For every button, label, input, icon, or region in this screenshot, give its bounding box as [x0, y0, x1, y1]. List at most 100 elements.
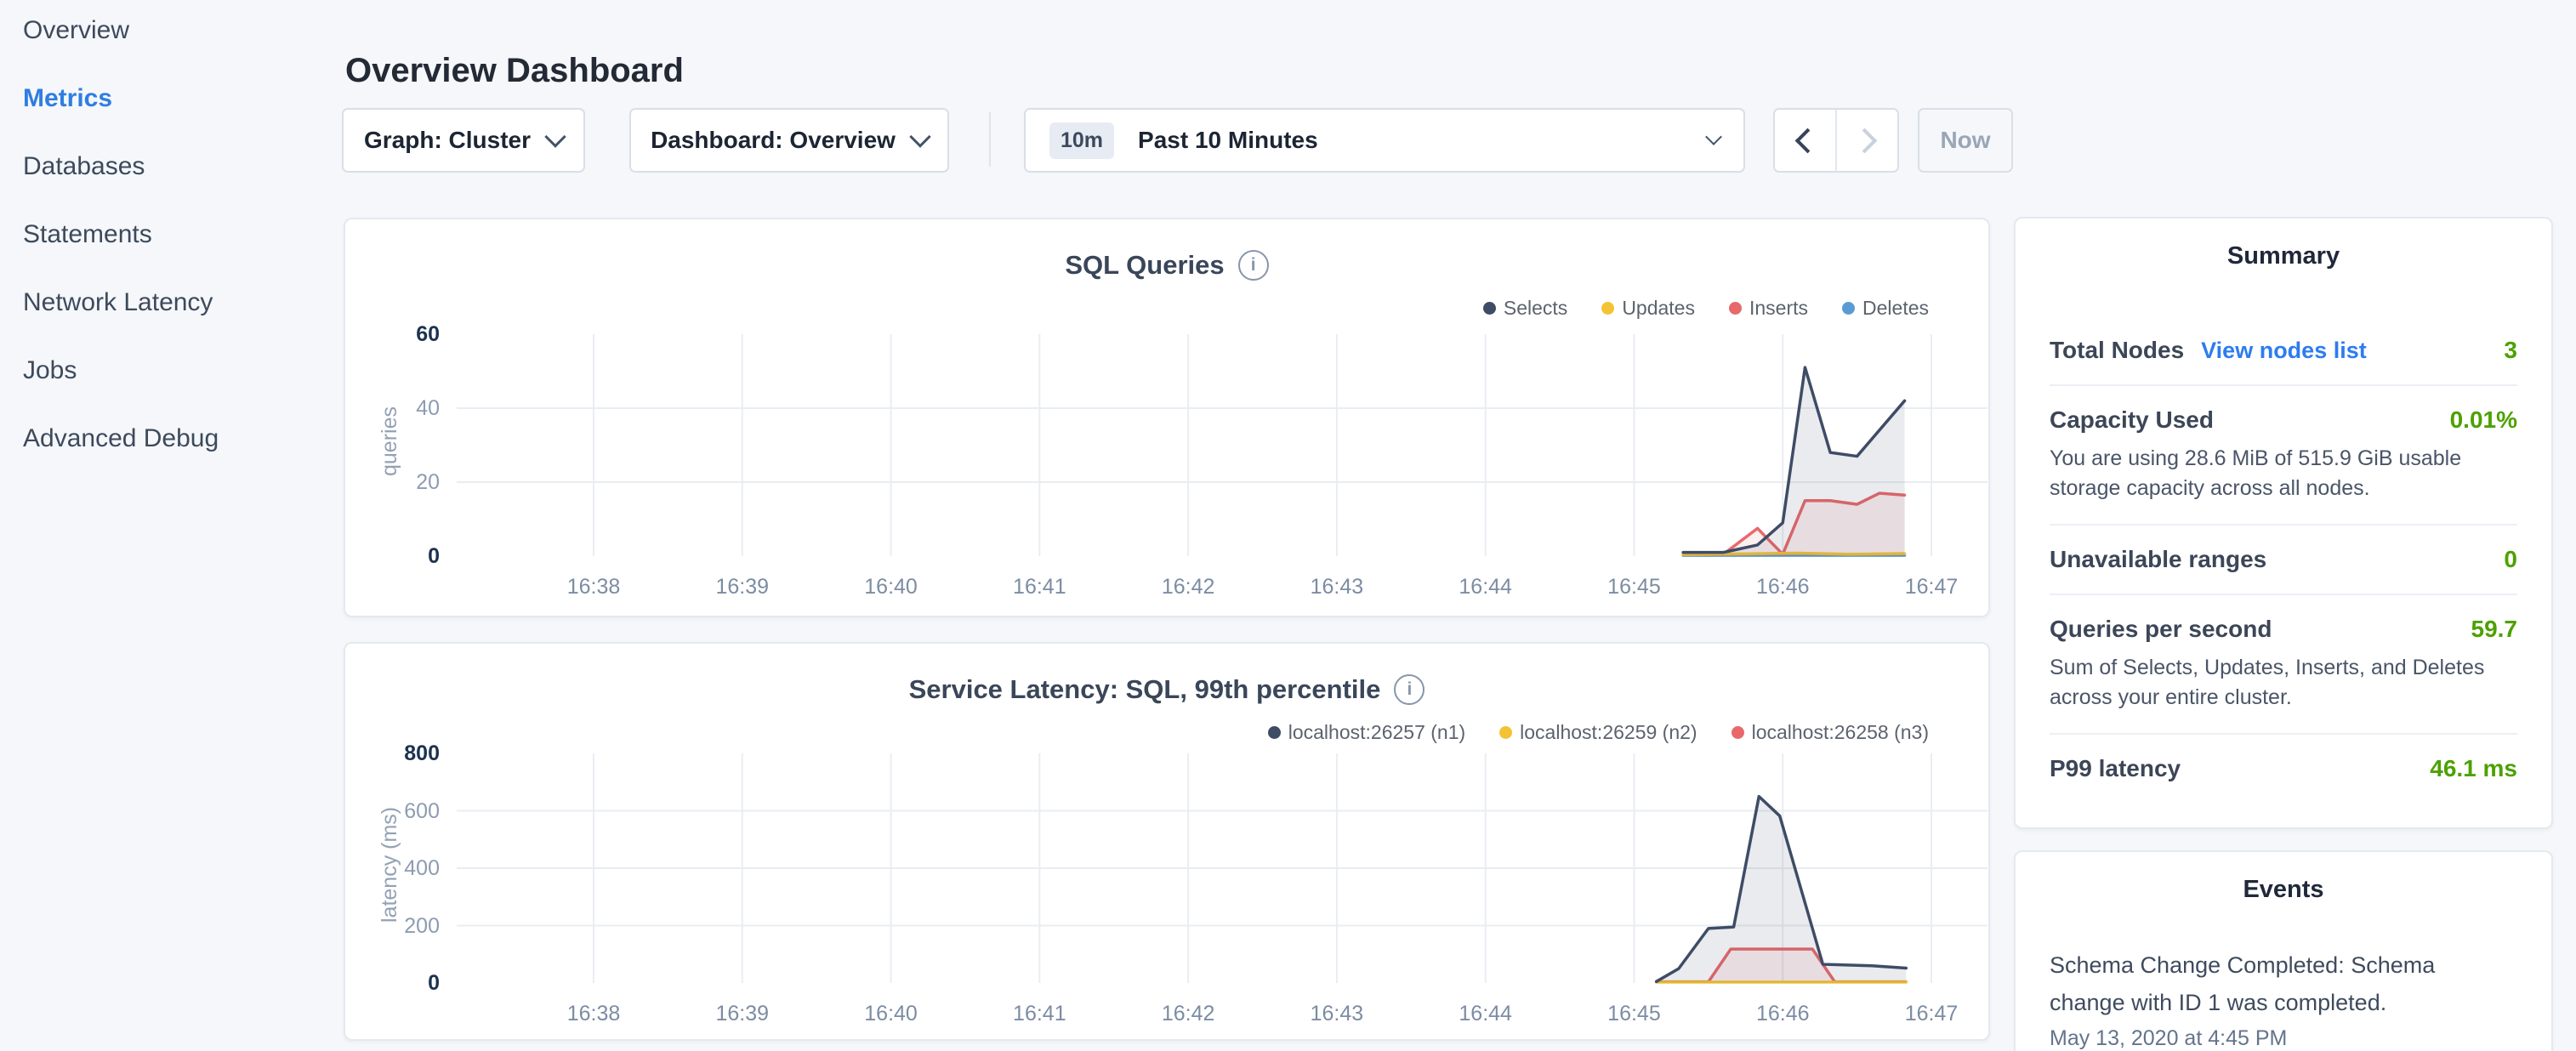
summary-rows: Total Nodes View nodes list 3 Capacity Used… — [2050, 316, 2517, 803]
summary-row: Unavailable ranges 0 — [2050, 526, 2517, 595]
page-title: Overview Dashboard — [345, 52, 684, 90]
x-axis-tick: 16:39 — [691, 1002, 793, 1026]
event-timestamp: May 13, 2020 at 4:45 PM — [2050, 1026, 2517, 1051]
y-axis-tick: 20 — [338, 470, 440, 495]
summary-panel: Summary Total NodesView nodes list3Capac… — [2014, 217, 2553, 829]
x-axis-tick: 16:41 — [988, 575, 1090, 599]
y-axis-tick: 0 — [338, 971, 440, 996]
summary-row-value: 46.1 ms — [2430, 755, 2517, 782]
x-axis-tick: 16:46 — [1732, 575, 1834, 599]
graph-scope-dropdown-label: Graph: Cluster — [364, 127, 531, 154]
sql-queries-chart-card: SQL Queries i Selects Updates Inserts Delet… — [344, 218, 1990, 617]
chevron-right-icon — [1852, 128, 1878, 153]
legend-label: Updates — [1622, 297, 1695, 320]
service-latency-chart-card: Service Latency: SQL, 99th percentile i … — [344, 642, 1990, 1041]
x-axis-tick: 16:40 — [840, 1002, 942, 1026]
x-axis-tick: 16:44 — [1435, 575, 1537, 599]
x-axis-tick: 16:47 — [1880, 575, 1982, 599]
x-axis-tick: 16:43 — [1286, 1002, 1388, 1026]
summary-row-value: 59.7 — [2471, 616, 2518, 643]
time-range-selector[interactable]: 10m Past 10 Minutes — [1024, 108, 1745, 173]
time-range-label: Past 10 Minutes — [1138, 127, 1318, 154]
x-axis-tick: 16:42 — [1137, 575, 1239, 599]
time-step-controls — [1773, 108, 1899, 173]
sidebar-item-databases[interactable]: Databases — [23, 154, 323, 179]
x-axis-tick: 16:40 — [840, 575, 942, 599]
y-axis-tick: 60 — [338, 322, 440, 347]
sidebar-item-metrics[interactable]: Metrics — [23, 86, 323, 111]
x-axis-tick: 16:43 — [1286, 575, 1388, 599]
sidebar-item-overview[interactable]: Overview — [23, 18, 323, 43]
legend-dot-icon — [1732, 726, 1744, 739]
graph-scope-dropdown[interactable]: Graph: Cluster — [342, 108, 585, 173]
chart-title: SQL Queries — [1065, 250, 1224, 281]
legend-label: Selects — [1504, 297, 1567, 320]
y-axis-tick: 800 — [338, 741, 440, 766]
y-axis-tick: 400 — [338, 856, 440, 881]
event-item[interactable]: Schema Change Completed: Schema change w… — [2050, 946, 2517, 1051]
summary-row-label: Queries per second — [2050, 616, 2272, 643]
info-icon[interactable]: i — [1238, 250, 1269, 281]
summary-row: Capacity Used0.01%You are using 28.6 MiB… — [2050, 386, 2517, 526]
next-time-button[interactable] — [1837, 110, 1897, 171]
prev-time-button[interactable] — [1775, 110, 1837, 171]
service-latency-plot[interactable] — [457, 746, 1987, 1004]
view-nodes-list-link[interactable]: View nodes list — [2201, 338, 2367, 364]
y-axis-tick: 600 — [338, 799, 440, 824]
summary-row-label: Unavailable ranges — [2050, 546, 2266, 573]
x-axis-tick: 16:46 — [1732, 1002, 1834, 1026]
events-list: Schema Change Completed: Schema change w… — [2050, 946, 2517, 1051]
chart-legend: Selects Updates Inserts Deletes — [1483, 297, 1929, 320]
summary-row-label: P99 latency — [2050, 755, 2181, 782]
legend-label: localhost:26258 (n3) — [1752, 721, 1929, 744]
legend-item[interactable]: Updates — [1601, 297, 1695, 320]
sidebar-item-statements[interactable]: Statements — [23, 222, 323, 247]
sidebar-item-network-latency[interactable]: Network Latency — [23, 290, 323, 315]
legend-item[interactable]: localhost:26259 (n2) — [1499, 721, 1697, 744]
x-axis-tick: 16:42 — [1137, 1002, 1239, 1026]
chevron-left-icon — [1795, 128, 1821, 153]
chevron-down-icon — [909, 126, 930, 147]
legend-label: Deletes — [1862, 297, 1929, 320]
y-axis-tick: 0 — [338, 544, 440, 569]
info-icon[interactable]: i — [1394, 674, 1424, 705]
summary-row: Total Nodes View nodes list 3 — [2050, 316, 2517, 386]
sidebar-item-jobs[interactable]: Jobs — [23, 358, 323, 383]
legend-item[interactable]: Selects — [1483, 297, 1567, 320]
legend-dot-icon — [1842, 302, 1855, 315]
summary-row: P99 latency 46.1 ms — [2050, 735, 2517, 803]
y-axis-label: queries — [378, 327, 402, 556]
chart-legend: localhost:26257 (n1) localhost:26259 (n2)… — [1268, 721, 1929, 744]
summary-row-value: 0 — [2504, 546, 2517, 573]
summary-row: Queries per second59.7Sum of Selects, Up… — [2050, 595, 2517, 735]
db-console-page: Overview Metrics Databases Statements Networ… — [0, 0, 2576, 1051]
events-panel: Events Schema Change Completed: Schema c… — [2014, 850, 2553, 1051]
sidebar-nav: Overview Metrics Databases Statements Networ… — [0, 0, 323, 1051]
summary-row-description: You are using 28.6 MiB of 515.9 GiB usab… — [2050, 444, 2517, 503]
chevron-down-icon — [1705, 128, 1722, 145]
legend-item[interactable]: Deletes — [1842, 297, 1929, 320]
summary-row-label: Total Nodes — [2050, 337, 2184, 364]
y-axis-tick: 40 — [338, 396, 440, 421]
legend-dot-icon — [1601, 302, 1614, 315]
legend-label: Inserts — [1749, 297, 1808, 320]
legend-dot-icon — [1729, 302, 1742, 315]
legend-item[interactable]: Inserts — [1729, 297, 1808, 320]
sql-queries-plot[interactable] — [457, 327, 1987, 585]
legend-dot-icon — [1499, 726, 1512, 739]
x-axis-tick: 16:38 — [543, 1002, 645, 1026]
legend-item[interactable]: localhost:26257 (n1) — [1268, 721, 1465, 744]
dashboard-dropdown[interactable]: Dashboard: Overview — [629, 108, 949, 173]
x-axis-tick: 16:45 — [1583, 575, 1685, 599]
legend-item[interactable]: localhost:26258 (n3) — [1732, 721, 1929, 744]
summary-row-value: 0.01% — [2450, 406, 2517, 434]
summary-row-value: 3 — [2504, 337, 2517, 364]
chevron-down-icon — [544, 126, 566, 147]
chart-title: Service Latency: SQL, 99th percentile — [909, 674, 1381, 705]
x-axis-tick: 16:39 — [691, 575, 793, 599]
now-button[interactable]: Now — [1918, 108, 2013, 173]
legend-dot-icon — [1268, 726, 1281, 739]
toolbar-divider — [989, 112, 991, 167]
now-button-label: Now — [1940, 127, 1990, 154]
sidebar-item-advanced-debug[interactable]: Advanced Debug — [23, 426, 323, 452]
